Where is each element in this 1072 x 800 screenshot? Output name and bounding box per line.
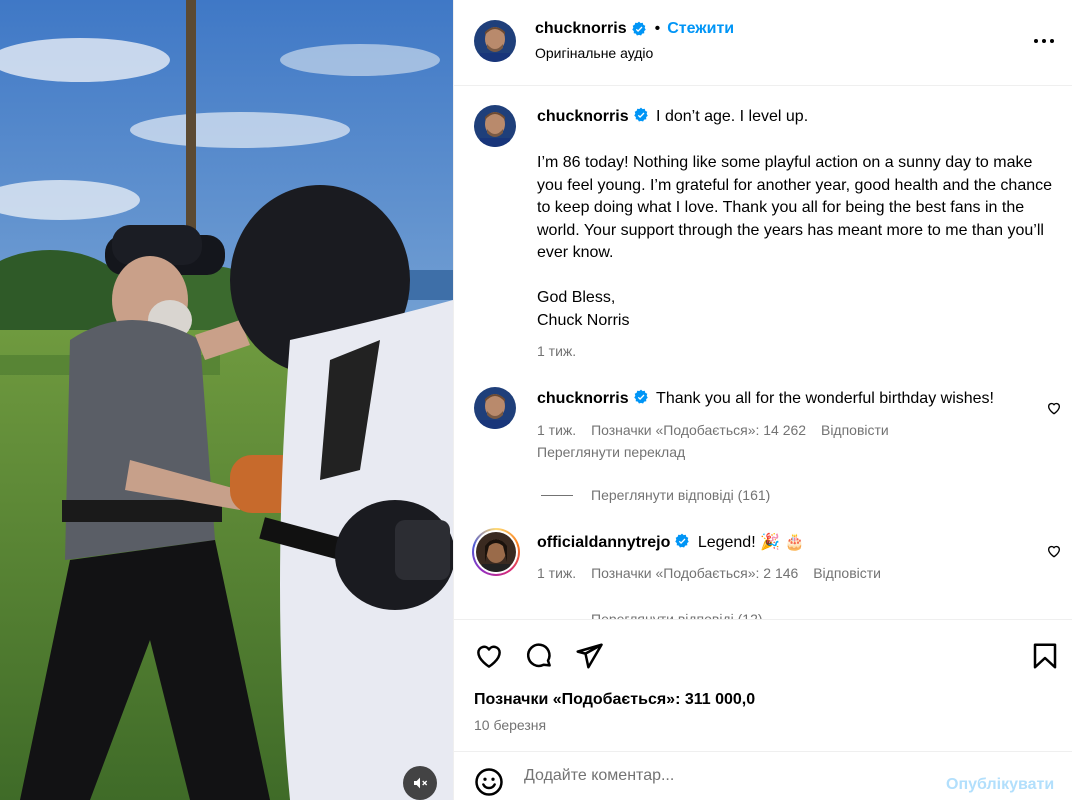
caption-first-line: chucknorris I don’t age. I level up.	[537, 107, 808, 126]
comment-username[interactable]: officialdannytrejo	[537, 534, 670, 551]
comment-timestamp[interactable]: 1 тиж.	[537, 565, 576, 581]
author-username[interactable]: chucknorris	[535, 20, 627, 38]
verified-badge-icon	[675, 533, 690, 548]
commenter-avatar[interactable]	[474, 387, 516, 429]
comment-timestamp[interactable]: 1 тиж.	[537, 422, 576, 438]
caption-title: I don’t age. I level up.	[656, 108, 809, 125]
view-replies-label: Переглянути відповіді (12)	[591, 611, 763, 619]
emoji-smiley-icon[interactable]	[474, 767, 504, 797]
post-actions: Позначки «Подобається»: 311 000,0 10 бер…	[454, 619, 1072, 751]
comment-reply-button[interactable]: Відповісти	[813, 565, 881, 581]
post-panel: chucknorris • Стежити Оригінальне аудіо	[453, 0, 1072, 800]
caption-signoff-line1: God Bless,	[537, 289, 616, 306]
comments-scroll-area[interactable]: chucknorris I don’t age. I level up. I’m…	[454, 87, 1072, 619]
verified-badge-icon	[631, 21, 646, 36]
verified-badge-icon	[633, 389, 648, 404]
comment-text-line: chucknorris Thank you all for the wonder…	[537, 389, 994, 408]
heart-icon[interactable]	[1046, 400, 1062, 416]
comment-input[interactable]	[524, 764, 924, 788]
view-replies-label: Переглянути відповіді (161)	[591, 487, 771, 503]
comment-meta: 1 тиж. Позначки «Подобається»: 2 146 Від…	[537, 565, 892, 581]
caption-avatar[interactable]	[474, 105, 516, 147]
commenter-avatar	[476, 532, 516, 572]
view-replies-button[interactable]: Переглянути відповіді (161)	[541, 487, 770, 503]
view-replies-button[interactable]: Переглянути відповіді (12)	[541, 611, 763, 619]
post-date[interactable]: 10 березня	[474, 717, 546, 733]
bookmark-icon[interactable]	[1030, 641, 1060, 671]
follow-button[interactable]: Стежити	[667, 20, 734, 38]
speaker-muted-icon	[414, 777, 428, 789]
comment-reply-button[interactable]: Відповісти	[821, 422, 889, 438]
original-audio-link[interactable]: Оригінальне аудіо	[535, 45, 653, 61]
author-name-row: chucknorris • Стежити	[535, 20, 734, 38]
commenter-avatar-story-ring[interactable]	[472, 528, 520, 576]
comment-composer: Опублікувати	[454, 751, 1072, 800]
caption-username[interactable]: chucknorris	[537, 108, 629, 125]
heart-icon[interactable]	[1046, 543, 1062, 559]
caption-paragraph: I’m 86 today! Nothing like some playful …	[537, 154, 1053, 261]
caption-body: I’m 86 today! Nothing like some playful …	[537, 152, 1057, 363]
separator-dot: •	[654, 20, 661, 37]
more-horizontal-icon[interactable]	[1032, 32, 1056, 50]
caption-signoff-line2: Chuck Norris	[537, 311, 630, 329]
publish-button[interactable]: Опублікувати	[946, 776, 1054, 794]
see-translation-link[interactable]: Переглянути переклад	[537, 444, 685, 460]
post-likes-count[interactable]: Позначки «Подобається»: 311 000,0	[474, 691, 755, 709]
share-send-icon[interactable]	[574, 641, 604, 671]
post-header: chucknorris • Стежити Оригінальне аудіо	[454, 0, 1072, 86]
verified-badge-icon	[633, 107, 648, 122]
post-video[interactable]	[0, 0, 453, 800]
mute-toggle-button[interactable]	[403, 766, 437, 800]
comment-text-line: officialdannytrejo Legend! 🎉 🎂	[537, 532, 804, 552]
comment-text: Legend! 🎉 🎂	[697, 534, 805, 551]
comment-meta: 1 тиж. Позначки «Подобається»: 14 262 Ві…	[537, 422, 900, 438]
like-heart-icon[interactable]	[474, 641, 504, 671]
author-avatar[interactable]	[474, 20, 516, 62]
comment-text: Thank you all for the wonderful birthday…	[656, 390, 994, 407]
comment-likes-count[interactable]: Позначки «Подобається»: 2 146	[591, 565, 798, 581]
caption-timestamp[interactable]: 1 тиж.	[537, 340, 1057, 363]
comment-username[interactable]: chucknorris	[537, 390, 629, 407]
video-frame	[0, 0, 453, 800]
comment-bubble-icon[interactable]	[524, 641, 554, 671]
replies-divider-line	[541, 494, 573, 496]
comment-likes-count[interactable]: Позначки «Подобається»: 14 262	[591, 422, 806, 438]
